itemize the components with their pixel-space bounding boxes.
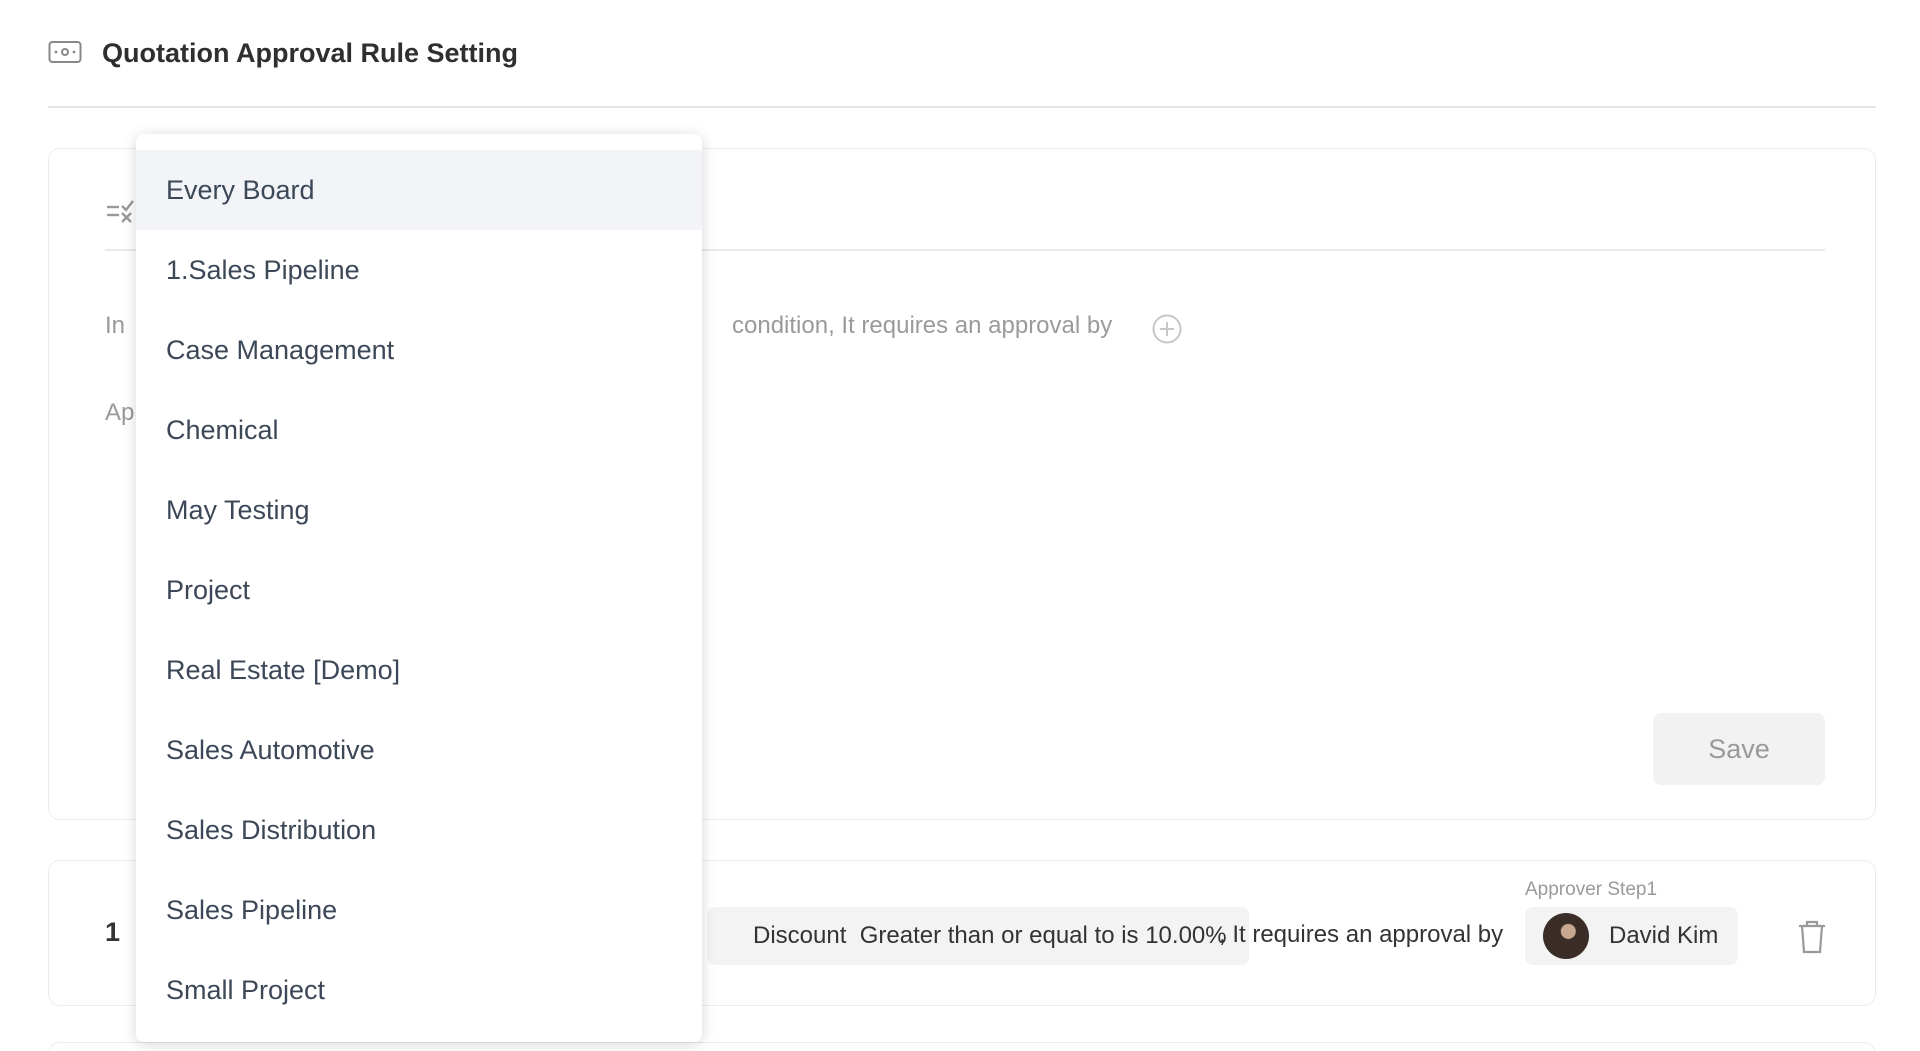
dropdown-item[interactable]: Chemical [136, 390, 702, 470]
trash-icon[interactable] [1797, 919, 1827, 955]
add-approver-icon[interactable] [1151, 313, 1183, 345]
dropdown-item[interactable]: Case Management [136, 310, 702, 390]
dropdown-item[interactable]: 1.Sales Pipeline [136, 230, 702, 310]
quotation-icon [48, 41, 82, 63]
dropdown-item[interactable]: Sales Distribution [136, 790, 702, 870]
condition-chip[interactable]: Discount Greater than or equal to is 10.… [707, 907, 1249, 965]
approver-chip[interactable]: David Kim [1525, 907, 1739, 965]
dropdown-item[interactable]: Every Board [136, 150, 702, 230]
page-header: Quotation Approval Rule Setting [48, 28, 1876, 108]
rule-sentence-suffix: condition, It requires an approval by [732, 312, 1113, 339]
rule-sentence-prefix: In [105, 312, 126, 339]
requires-approval-text: , It requires an approval by [1219, 921, 1504, 948]
dropdown-item[interactable]: Project [136, 550, 702, 630]
rule-index: 1 [105, 917, 121, 947]
approver-step-label: Approver Step1 [1525, 879, 1658, 900]
approver-name: David Kim [1609, 922, 1719, 949]
page: Quotation Approval Rule Setting In condi… [0, 0, 1920, 1051]
dropdown-item[interactable]: Sales Automotive [136, 710, 702, 790]
board-dropdown-menu: Every Board 1.Sales Pipeline Case Manageme… [136, 134, 702, 1042]
dropdown-item[interactable]: Small Project [136, 950, 702, 1030]
dropdown-item[interactable]: May Testing [136, 470, 702, 550]
avatar [1543, 913, 1589, 959]
approver-label: Ap [105, 399, 135, 426]
save-button[interactable]: Save [1653, 713, 1825, 785]
dropdown-item[interactable]: Sales Pipeline [136, 870, 702, 950]
page-title: Quotation Approval Rule Setting [102, 38, 518, 68]
dropdown-item[interactable]: Real Estate [Demo] [136, 630, 702, 710]
rule-row-next [48, 1042, 1876, 1051]
